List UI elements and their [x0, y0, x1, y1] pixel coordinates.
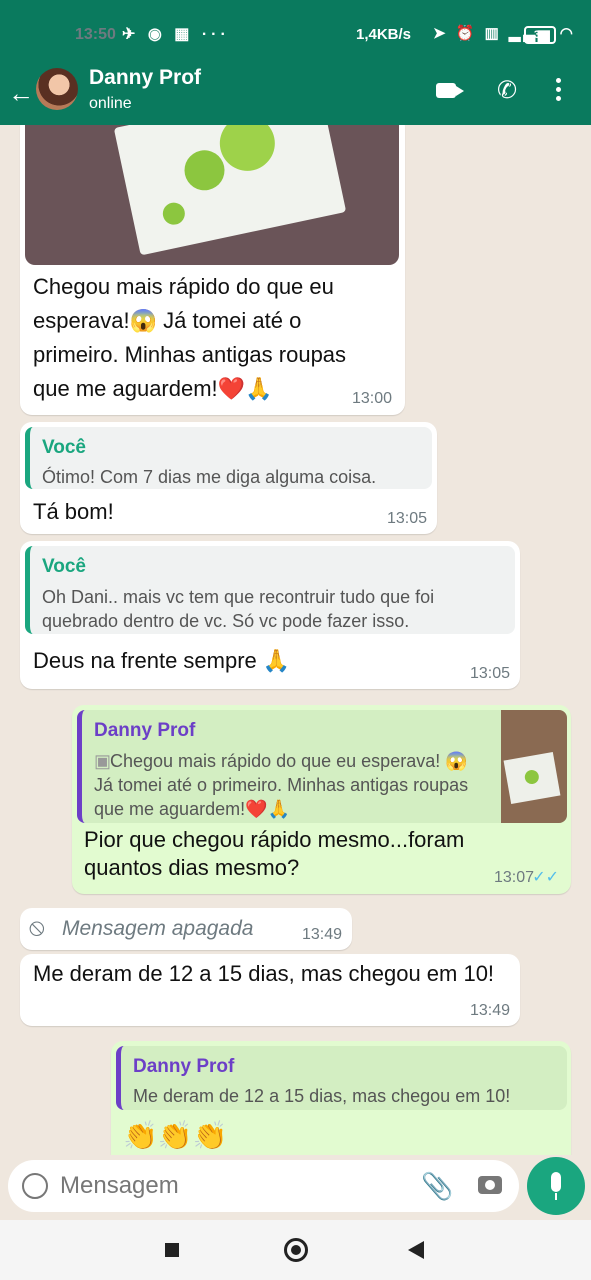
message-time: 13:00 — [351, 390, 392, 407]
microphone-icon — [551, 1172, 561, 1192]
emoji-icon[interactable] — [22, 1173, 48, 1199]
quoted-message[interactable]: Você Oh Dani.. mais vc tem que recontrui… — [25, 546, 515, 634]
message-text: Deus na frente sempre 🙏 — [33, 648, 291, 673]
message-input[interactable]: Mensagem — [60, 1172, 179, 1200]
message-time: 13:49 — [301, 926, 342, 943]
message-bubble[interactable]: Você Ótimo! Com 7 dias me diga alguma co… — [20, 422, 437, 534]
contact-status: online — [89, 95, 132, 112]
message-time: 13:49 — [469, 1002, 510, 1019]
quoted-message[interactable]: Você Ótimo! Com 7 dias me diga alguma co… — [25, 427, 432, 489]
message-text: Tá bom! — [33, 499, 114, 524]
quoted-image-thumbnail — [501, 710, 567, 823]
attach-icon[interactable]: 📎 — [421, 1171, 453, 1202]
status-time: 13:50 — [75, 26, 116, 43]
quoted-message[interactable]: Danny Prof ▣ Chegou mais rápido do que e… — [77, 710, 567, 823]
notification-icons: ✈ ◉ ▦ ··· — [122, 26, 230, 43]
message-time: 13:07 — [493, 869, 534, 886]
quoted-message[interactable]: Danny Prof Me deram de 12 a 15 dias, mas… — [116, 1046, 567, 1110]
quoted-text: Oh Dani.. mais vc tem que recontruir tud… — [42, 587, 435, 631]
quoted-author: Danny Prof — [94, 720, 196, 741]
system-nav-bar — [0, 1220, 591, 1280]
message-bubble[interactable]: Me deram de 12 a 15 dias, mas chegou em … — [20, 954, 520, 1026]
quoted-author: Você — [42, 437, 87, 458]
camera-icon[interactable] — [478, 1176, 502, 1194]
message-text: Me deram de 12 a 15 dias, mas chegou em … — [33, 961, 495, 986]
deleted-icon: ⦸ — [29, 914, 45, 941]
message-text: Chegou mais rápido do que eu esperava!😱 … — [33, 274, 347, 401]
video-call-icon[interactable] — [436, 83, 464, 98]
message-bubble[interactable]: Você Oh Dani.. mais vc tem que recontrui… — [20, 541, 520, 689]
home-icon[interactable] — [284, 1238, 308, 1262]
message-bubble[interactable]: Chegou mais rápido do que eu esperava!😱 … — [20, 125, 405, 415]
network-speed: 1,4KB/s — [356, 26, 412, 43]
quoted-text: Me deram de 12 a 15 dias, mas chegou em … — [133, 1086, 511, 1106]
battery-icon: 33 — [524, 26, 556, 44]
chat-area[interactable]: Chegou mais rápido do que eu esperava!😱 … — [0, 125, 591, 1155]
message-text: 👏👏👏 — [123, 1120, 228, 1151]
phone-call-icon[interactable]: ✆ — [497, 76, 517, 105]
message-image[interactable] — [25, 125, 399, 265]
status-bar: 13:50 ✈ ◉ ▦ ··· 1,4KB/s ➤ ⏰ ▥ ▂▃▅ ◠ 33 — [0, 24, 591, 46]
avatar[interactable] — [36, 68, 78, 110]
quoted-author: Danny Prof — [133, 1056, 235, 1077]
message-time: 13:05 — [386, 510, 427, 527]
recents-icon[interactable] — [165, 1243, 179, 1257]
quoted-text: Chegou mais rápido do que eu esperava! 😱… — [94, 751, 469, 819]
app-header: 13:50 ✈ ◉ ▦ ··· 1,4KB/s ➤ ⏰ ▥ ▂▃▅ ◠ 33 ←… — [0, 0, 591, 125]
back-arrow-icon[interactable]: ← — [8, 78, 34, 109]
contact-name[interactable]: Danny Prof — [89, 66, 201, 90]
message-bubble[interactable]: Danny Prof ▣ Chegou mais rápido do que e… — [72, 705, 571, 894]
read-receipt-icon: ✓✓ — [532, 869, 559, 886]
message-bubble[interactable]: ⦸ Mensagem apagada 13:49 — [20, 908, 352, 950]
message-bubble[interactable]: Danny Prof Me deram de 12 a 15 dias, mas… — [111, 1041, 571, 1155]
quoted-text: Ótimo! Com 7 dias me diga alguma coisa. — [42, 467, 377, 487]
nav-back-icon[interactable] — [408, 1241, 424, 1259]
message-text: Pior que chegou rápido mesmo...foram qua… — [84, 827, 465, 880]
more-options-icon[interactable] — [556, 78, 562, 105]
message-time: 13:05 — [469, 665, 510, 682]
deleted-message-text: Mensagem apagada — [62, 917, 254, 940]
message-composer[interactable]: Mensagem 📎 — [8, 1160, 519, 1212]
quoted-author: Você — [42, 556, 87, 577]
microphone-button[interactable] — [527, 1157, 585, 1215]
